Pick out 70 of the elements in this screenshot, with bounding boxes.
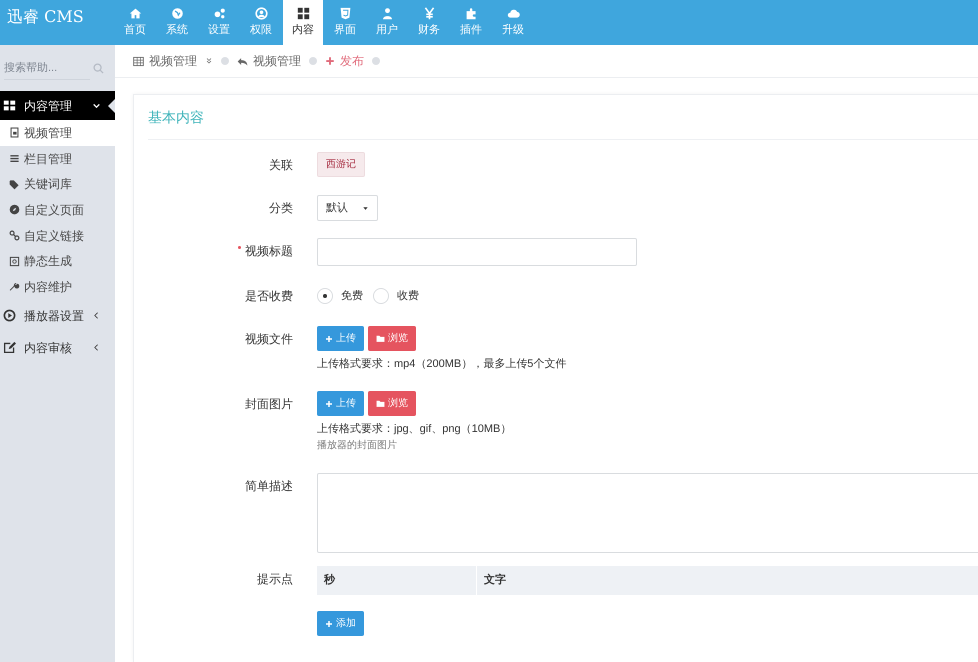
submenu-item[interactable]: 内容维护: [0, 274, 115, 300]
related-tag[interactable]: 西游记: [317, 152, 365, 177]
menu-group[interactable]: 内容审核: [0, 332, 115, 364]
radio-option[interactable]: 免费: [317, 288, 363, 304]
format-hint: 上传格式要求：jpg、gif、png（10MB）: [317, 422, 512, 436]
plus-icon: [325, 620, 333, 628]
breadcrumb-link[interactable]: 发布: [325, 52, 364, 70]
brand-logo: 迅睿 CMS: [6, 6, 85, 28]
search-icon: [93, 62, 104, 74]
field-label: 视频文件: [245, 332, 293, 346]
menu-group[interactable]: 内容管理: [0, 91, 115, 120]
document-icon: [9, 127, 20, 138]
table-icon: [133, 56, 144, 66]
submenu-item[interactable]: 自定义页面: [0, 197, 115, 223]
submenu-item[interactable]: 栏目管理: [0, 146, 115, 172]
link-icon: [9, 230, 20, 242]
browse-button[interactable]: 浏览: [368, 391, 416, 416]
field-label: 简单描述: [245, 479, 293, 493]
puzzle-icon: [464, 6, 478, 20]
submenu-item[interactable]: 视频管理: [0, 120, 115, 146]
column-header: 文字: [483, 572, 507, 588]
nav-tab[interactable]: 内容: [283, 0, 323, 45]
upload-button[interactable]: 上传: [317, 326, 364, 351]
browse-button[interactable]: 浏览: [368, 326, 416, 351]
grid-icon: [3, 99, 16, 112]
double-chevron-icon: [205, 57, 213, 65]
category-select[interactable]: 默认: [317, 195, 378, 221]
yen-icon: [422, 6, 436, 20]
submenu-item[interactable]: 静态生成: [0, 248, 115, 274]
description-field[interactable]: [317, 473, 978, 553]
list-icon: [9, 153, 20, 164]
user-circle-icon: [254, 6, 268, 20]
folder-icon: [376, 399, 385, 408]
menu-group[interactable]: 播放器设置: [0, 300, 115, 332]
html5-icon: [338, 6, 352, 20]
image-file-icon: [9, 256, 20, 267]
plus-icon: [325, 334, 333, 342]
field-label: 封面图片: [245, 397, 293, 411]
field-label: 是否收费: [245, 289, 293, 303]
field-label: 关联: [269, 158, 293, 172]
compass-icon: [9, 204, 20, 216]
text-field[interactable]: [317, 238, 637, 266]
tags-icon: [9, 178, 20, 190]
section-title: 基本内容: [148, 95, 978, 140]
plus-icon: [325, 56, 335, 66]
search-field[interactable]: 搜索帮助...: [4, 56, 90, 80]
reply-icon: [237, 56, 248, 66]
required-field-label: 视频标题: [245, 244, 293, 258]
submenu-item[interactable]: 自定义链接: [0, 222, 115, 248]
field-label: 提示点: [257, 572, 293, 586]
grid-icon: [296, 6, 310, 20]
upload-button[interactable]: 上传: [317, 391, 364, 416]
chevron-down-icon: [92, 101, 101, 110]
radio-option[interactable]: 收费: [373, 288, 419, 304]
field-label: 分类: [269, 201, 293, 215]
breadcrumb-link[interactable]: 视频管理: [237, 52, 301, 70]
column-header: 秒: [317, 566, 477, 595]
user-icon: [380, 6, 394, 20]
plus-icon: [325, 400, 333, 408]
help-text: 播放器的封面图片: [317, 439, 398, 453]
submenu-item[interactable]: 关键词库: [0, 171, 115, 198]
edit-icon: [3, 341, 16, 354]
add-button[interactable]: 添加: [317, 611, 364, 636]
format-hint: 上传格式要求：mp4（200MB），最多上传5个文件: [317, 357, 566, 371]
cloud-icon: [506, 6, 520, 20]
breadcrumb-link[interactable]: 视频管理: [133, 52, 213, 70]
home-icon: [128, 6, 142, 20]
folder-icon: [376, 334, 385, 343]
play-circle-icon: [3, 309, 16, 322]
caret-down-icon: [362, 204, 369, 212]
